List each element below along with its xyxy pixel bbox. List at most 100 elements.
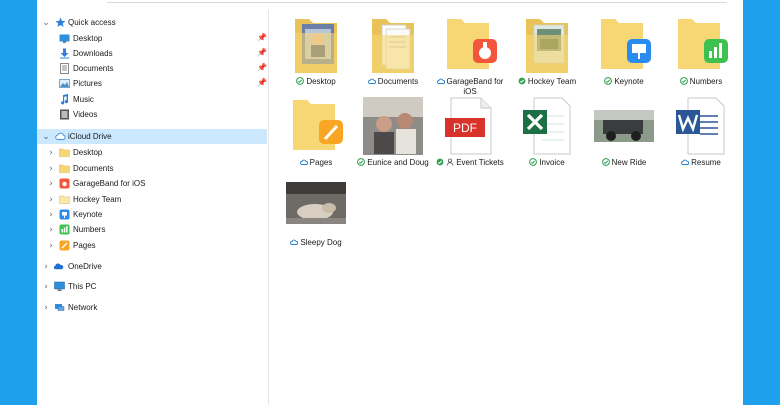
nav-icloud-documents[interactable]: › Documents <box>37 161 267 176</box>
file-name: Invoice <box>511 158 583 168</box>
file-item-resume[interactable]: Resume <box>665 96 737 180</box>
pdf-badge: PDF <box>453 121 477 135</box>
file-item-garageband[interactable]: GarageBand for iOS <box>434 15 506 99</box>
nav-this-pc[interactable]: › This PC <box>37 279 267 294</box>
cloud-icon <box>290 238 299 246</box>
file-name: GarageBand for iOS <box>434 77 506 97</box>
file-name: Eunice and Doug <box>357 158 429 168</box>
file-item-eunice-and-doug[interactable]: Eunice and Doug <box>357 96 429 180</box>
nav-item-documents[interactable]: Documents 📌 <box>37 61 267 76</box>
file-item-invoice[interactable]: Invoice <box>511 96 583 180</box>
shared-person-icon <box>446 158 454 166</box>
chevron-right-icon[interactable]: › <box>46 161 56 176</box>
cloud-icon <box>681 158 690 166</box>
nav-quick-access[interactable]: ⌄ Quick access <box>37 15 267 30</box>
chevron-right-icon[interactable]: › <box>46 238 56 253</box>
nav-icloud-garageband[interactable]: › GarageBand for iOS <box>37 176 267 191</box>
nav-label: Keynote <box>73 210 103 219</box>
file-item-keynote[interactable]: Keynote <box>588 15 660 99</box>
pages-icon <box>59 240 70 251</box>
synced-check-icon <box>529 158 538 166</box>
file-name: Documents <box>357 77 429 87</box>
chevron-down-icon[interactable]: ⌄ <box>41 129 51 144</box>
file-name: Resume <box>665 158 737 168</box>
chevron-down-icon[interactable]: ⌄ <box>41 15 51 30</box>
file-name: Keynote <box>588 77 660 87</box>
nav-item-downloads[interactable]: Downloads 📌 <box>37 46 267 61</box>
star-icon <box>55 17 66 28</box>
file-explorer-window: ⌄ Quick access Desktop 📌 Downloads 📌 Doc… <box>37 0 743 405</box>
folder-icon <box>59 147 70 158</box>
file-name: Numbers <box>665 77 737 87</box>
nav-network[interactable]: › Network <box>37 300 267 315</box>
file-item-event-tickets[interactable]: PDF Event Tickets <box>434 96 506 180</box>
chevron-right-icon[interactable]: › <box>41 300 51 315</box>
nav-label: Music <box>73 95 94 104</box>
file-list: Desktop Documents GarageBand for iOS Hoc… <box>277 10 743 405</box>
synced-check-icon <box>679 77 688 85</box>
cloud-icon <box>367 77 376 85</box>
pin-icon[interactable]: 📌 <box>257 48 267 57</box>
download-icon <box>59 48 70 59</box>
nav-item-music[interactable]: Music <box>37 92 267 107</box>
nav-icloud-hockey-team[interactable]: › Hockey Team <box>37 192 267 207</box>
file-item-sleepy-dog[interactable]: Sleepy Dog <box>280 180 352 264</box>
chevron-right-icon[interactable]: › <box>46 192 56 207</box>
file-name-text: Event Tickets <box>456 158 504 167</box>
file-name-text: Invoice <box>539 158 565 167</box>
keynote-icon <box>59 209 70 220</box>
nav-label: OneDrive <box>68 262 102 271</box>
synced-check-icon <box>436 158 444 166</box>
photo-thumbnail <box>362 96 424 156</box>
chevron-right-icon[interactable]: › <box>41 279 51 294</box>
folder-icon <box>516 15 578 75</box>
nav-label: Numbers <box>73 225 106 234</box>
file-item-hockey-team[interactable]: Hockey Team <box>511 15 583 99</box>
file-name: Event Tickets <box>434 158 506 168</box>
file-item-desktop[interactable]: Desktop <box>280 15 352 99</box>
excel-file-icon <box>516 96 578 156</box>
network-icon <box>54 302 65 313</box>
nav-item-videos[interactable]: Videos <box>37 107 267 122</box>
chevron-right-icon[interactable]: › <box>46 176 56 191</box>
folder-icon <box>362 15 424 75</box>
onedrive-icon <box>53 261 64 272</box>
file-item-new-ride[interactable]: New Ride <box>588 96 660 180</box>
pin-icon[interactable]: 📌 <box>257 33 267 42</box>
nav-icloud-desktop[interactable]: › Desktop <box>37 145 267 160</box>
pin-icon[interactable]: 📌 <box>257 78 267 87</box>
chevron-right-icon[interactable]: › <box>46 222 56 237</box>
nav-item-desktop[interactable]: Desktop 📌 <box>37 31 267 46</box>
cloud-icon <box>436 77 445 85</box>
garageband-icon <box>59 178 70 189</box>
nav-icloud-pages[interactable]: › Pages <box>37 238 267 253</box>
chevron-right-icon[interactable]: › <box>46 145 56 160</box>
nav-item-pictures[interactable]: Pictures 📌 <box>37 76 267 91</box>
file-item-pages[interactable]: Pages <box>280 96 352 180</box>
file-name-text: Keynote <box>614 77 644 86</box>
pin-icon[interactable]: 📌 <box>257 63 267 72</box>
file-item-documents[interactable]: Documents <box>357 15 429 99</box>
folder-icon <box>285 96 347 156</box>
photo-thumbnail <box>285 180 347 240</box>
file-item-numbers[interactable]: Numbers <box>665 15 737 99</box>
folder-icon <box>593 15 655 75</box>
address-bar-edge <box>107 0 727 3</box>
nav-onedrive[interactable]: › OneDrive <box>37 259 267 274</box>
synced-check-icon <box>518 77 526 85</box>
file-name-text: Eunice and Doug <box>367 158 429 167</box>
navigation-pane: ⌄ Quick access Desktop 📌 Downloads 📌 Doc… <box>37 10 269 405</box>
file-name: Pages <box>280 158 352 168</box>
photo-thumbnail <box>593 96 655 156</box>
nav-icloud-keynote[interactable]: › Keynote <box>37 207 267 222</box>
folder-icon <box>670 15 732 75</box>
nav-icloud-numbers[interactable]: › Numbers <box>37 222 267 237</box>
nav-label: Downloads <box>73 49 113 58</box>
nav-label: Hockey Team <box>73 195 122 204</box>
chevron-right-icon[interactable]: › <box>46 207 56 222</box>
file-name: Sleepy Dog <box>280 238 352 248</box>
nav-label: This PC <box>68 282 97 291</box>
chevron-right-icon[interactable]: › <box>41 259 51 274</box>
folder-icon <box>285 15 347 75</box>
nav-icloud-drive[interactable]: ⌄ iCloud Drive <box>37 129 267 144</box>
